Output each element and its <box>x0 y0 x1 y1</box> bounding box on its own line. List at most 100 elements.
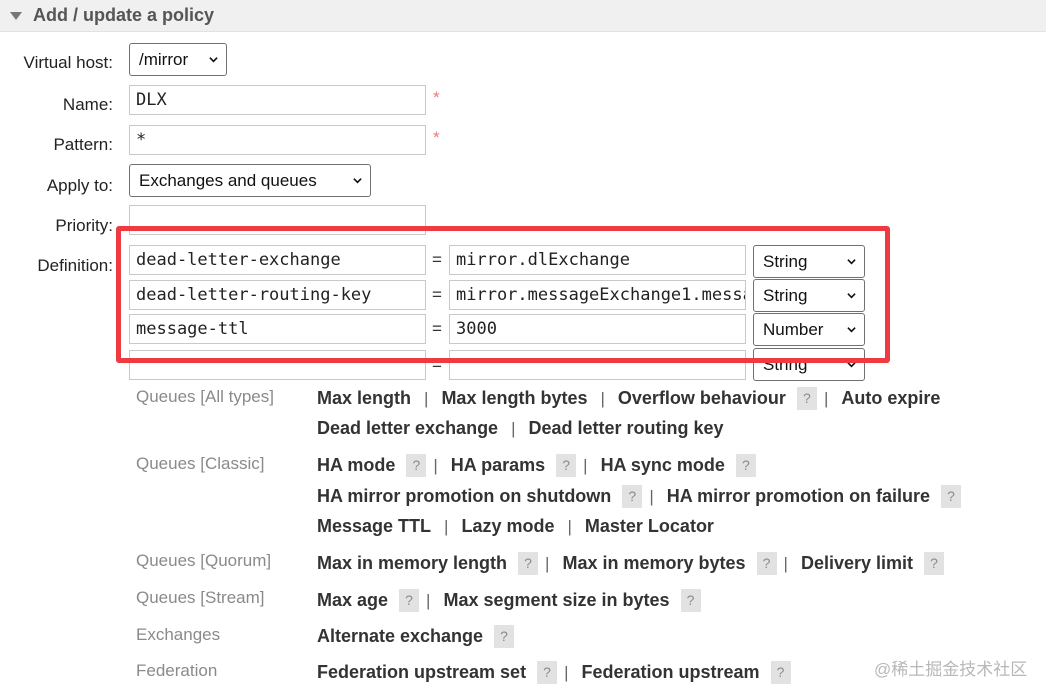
help-icon[interactable]: ? <box>518 552 539 575</box>
policy-key-link-max-in-memory-length[interactable]: Max in memory length <box>317 553 507 574</box>
definition-equals: = <box>432 355 442 374</box>
definition-equals: = <box>432 319 442 338</box>
category-label: Queues [Classic] <box>136 454 265 473</box>
definition-equals: = <box>432 250 442 269</box>
policy-key-link-ha-sync-mode[interactable]: HA sync mode <box>601 455 725 476</box>
vhost-select[interactable]: /mirror <box>129 43 227 76</box>
definition-type-value: Number <box>763 319 824 339</box>
help-icon[interactable]: ? <box>735 454 756 477</box>
category-label: Federation <box>136 661 218 680</box>
policy-key-link-federation-upstream-set[interactable]: Federation upstream set <box>317 662 526 683</box>
link-separator: | <box>783 553 788 573</box>
category-label: Exchanges <box>136 625 221 644</box>
watermark: @稀土掘金技术社区 <box>874 660 1028 679</box>
apply-to-select-value: Exchanges and queues <box>139 170 317 190</box>
policy-key-link-ha-mirror-promotion-on-failure[interactable]: HA mirror promotion on failure <box>667 486 930 507</box>
policy-key-link-max-in-memory-bytes[interactable]: Max in memory bytes <box>562 553 745 574</box>
definition-type-select[interactable]: Number <box>753 313 865 346</box>
help-icon[interactable]: ? <box>796 387 817 410</box>
definition-key-input[interactable]: dead-letter-routing-key <box>129 280 426 310</box>
help-icon[interactable]: ? <box>622 485 643 508</box>
link-separator: | <box>444 516 449 536</box>
definition-type-value: String <box>763 251 808 271</box>
policy-key-link-auto-expire[interactable]: Auto expire <box>841 388 940 409</box>
help-icon[interactable]: ? <box>399 589 420 612</box>
help-icon[interactable]: ? <box>556 454 577 477</box>
name-required-marker: * <box>433 88 440 107</box>
help-icon[interactable]: ? <box>941 485 962 508</box>
definition-key-input[interactable] <box>129 350 426 380</box>
policy-key-link-max-segment-size-in-bytes[interactable]: Max segment size in bytes <box>443 590 669 611</box>
definition-value-input[interactable] <box>449 350 746 380</box>
apply-to-label: Apply to: <box>46 176 113 195</box>
definition-equals: = <box>432 285 442 304</box>
policy-key-link-max-length-bytes[interactable]: Max length bytes <box>441 388 587 409</box>
chevron-down-icon <box>847 362 856 368</box>
link-separator: | <box>583 455 588 475</box>
policy-key-links: Max age? | Max segment size in bytes? <box>317 589 701 612</box>
policy-key-link-federation-upstream[interactable]: Federation upstream <box>581 662 759 683</box>
policy-key-links: Max in memory length? | Max in memory byte… <box>317 552 945 575</box>
link-separator: | <box>424 388 429 408</box>
policy-key-link-ha-mode[interactable]: HA mode <box>317 455 395 476</box>
policy-key-link-max-age[interactable]: Max age <box>317 590 388 611</box>
category-label: Queues [Quorum] <box>136 551 272 570</box>
priority-input[interactable] <box>129 205 426 235</box>
definition-key-input[interactable]: message-ttl <box>129 314 426 344</box>
definition-type-value: String <box>763 285 808 305</box>
policy-key-link-dead-letter-routing-key[interactable]: Dead letter routing key <box>529 418 724 439</box>
policy-key-link-overflow-behaviour[interactable]: Overflow behaviour <box>618 388 786 409</box>
policy-key-links: HA mirror promotion on shutdown? | HA mirr… <box>317 485 962 508</box>
link-separator: | <box>545 553 550 573</box>
apply-to-select[interactable]: Exchanges and queues <box>129 164 371 197</box>
help-icon[interactable]: ? <box>770 661 791 684</box>
help-icon[interactable]: ? <box>494 625 515 648</box>
policy-key-links: Federation upstream set? | Federation upst… <box>317 661 791 684</box>
link-separator: | <box>426 590 431 610</box>
chevron-down-icon <box>847 293 856 299</box>
policy-key-link-dead-letter-exchange[interactable]: Dead letter exchange <box>317 418 498 439</box>
policy-key-link-lazy-mode[interactable]: Lazy mode <box>461 516 554 537</box>
definition-type-value: String <box>763 354 808 374</box>
policy-key-links: Max length | Max length bytes | Overflow beh… <box>317 387 940 410</box>
vhost-select-value: /mirror <box>139 49 189 69</box>
definition-value-input[interactable]: mirror.messageExchange1.messageQueue1 <box>449 280 746 310</box>
section-header-toggle[interactable]: Add / update a policy <box>0 0 1046 32</box>
help-icon[interactable]: ? <box>680 589 701 612</box>
policy-key-links: Message TTL | Lazy mode | Master Locator <box>317 516 714 537</box>
link-separator: | <box>649 486 654 506</box>
policy-key-link-message-ttl[interactable]: Message TTL <box>317 516 431 537</box>
definition-value-input[interactable]: mirror.dlExchange <box>449 245 746 275</box>
definition-key-input[interactable]: dead-letter-exchange <box>129 245 426 275</box>
priority-label: Priority: <box>55 216 113 235</box>
category-label: Queues [Stream] <box>136 588 265 607</box>
definition-type-select[interactable]: String <box>753 245 865 278</box>
definition-value-input[interactable]: 3000 <box>449 314 746 344</box>
chevron-down-icon <box>847 327 856 333</box>
help-icon[interactable]: ? <box>756 552 777 575</box>
help-icon[interactable]: ? <box>537 661 558 684</box>
link-separator: | <box>567 516 572 536</box>
pattern-required-marker: * <box>433 128 440 147</box>
definition-type-select[interactable]: String <box>753 279 865 312</box>
pattern-input[interactable]: * <box>129 125 426 155</box>
definition-label: Definition: <box>37 256 113 275</box>
policy-key-link-master-locator[interactable]: Master Locator <box>585 516 714 537</box>
link-separator: | <box>600 388 605 408</box>
definition-type-select[interactable]: String <box>753 348 865 381</box>
policy-key-link-ha-params[interactable]: HA params <box>451 455 545 476</box>
policy-key-links: Alternate exchange? <box>317 625 515 648</box>
chevron-down-icon <box>353 178 362 184</box>
help-icon[interactable]: ? <box>406 454 427 477</box>
chevron-down-icon <box>209 57 218 63</box>
link-separator: | <box>823 388 829 408</box>
policy-key-link-ha-mirror-promotion-on-shutdown[interactable]: HA mirror promotion on shutdown <box>317 486 611 507</box>
policy-key-link-max-length[interactable]: Max length <box>317 388 411 409</box>
link-separator: | <box>511 418 516 438</box>
help-icon[interactable]: ? <box>924 552 945 575</box>
chevron-down-icon <box>847 259 856 265</box>
link-separator: | <box>564 662 569 682</box>
policy-key-link-alternate-exchange[interactable]: Alternate exchange <box>317 626 483 647</box>
policy-key-link-delivery-limit[interactable]: Delivery limit <box>801 553 913 574</box>
name-input[interactable]: DLX <box>129 85 426 115</box>
